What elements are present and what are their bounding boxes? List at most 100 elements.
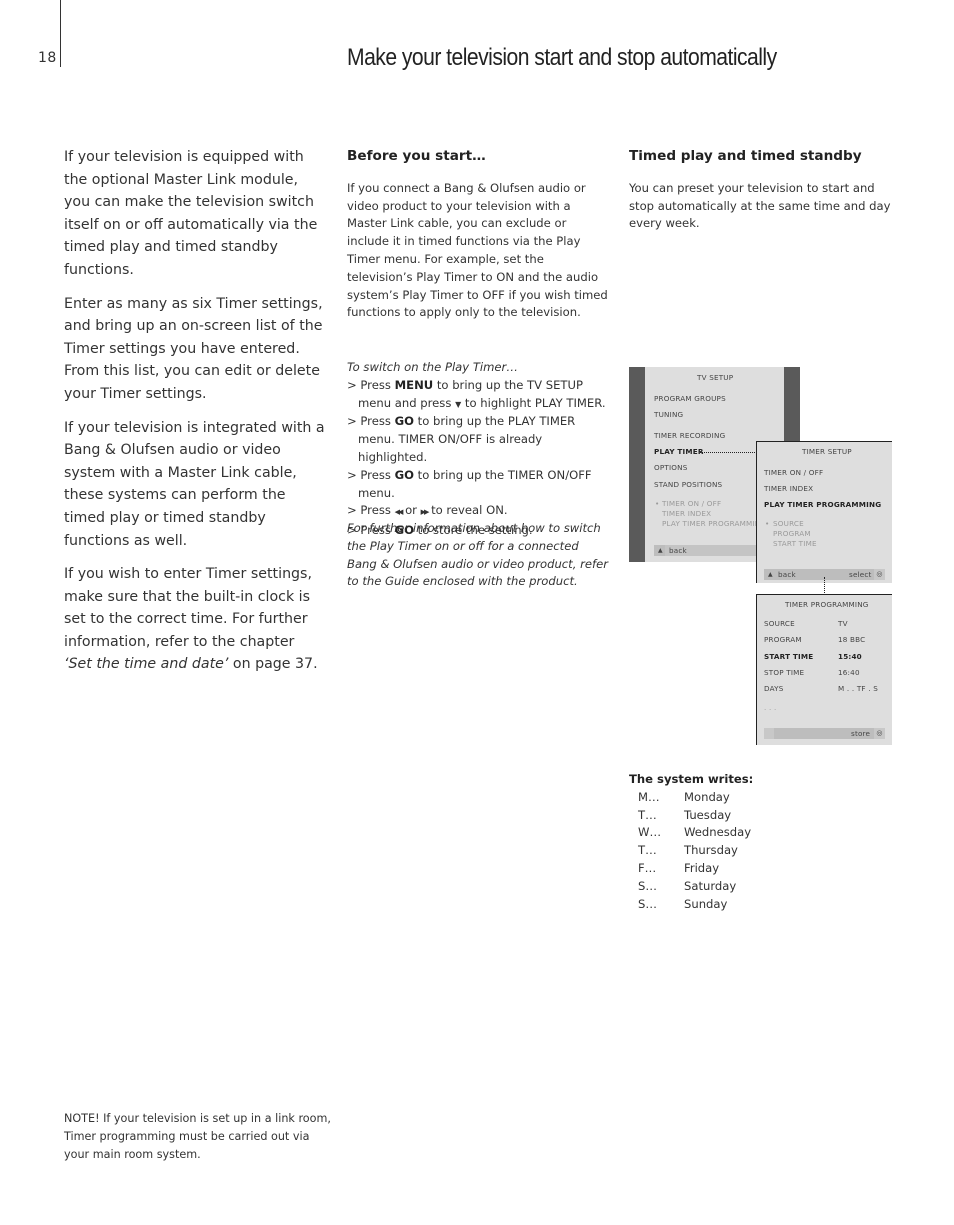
table-row: S… Saturday bbox=[629, 878, 753, 896]
field-value[interactable]: TV bbox=[838, 619, 848, 628]
bullet-icon: • bbox=[765, 519, 770, 528]
field-value[interactable]: M . . TF . S bbox=[838, 684, 878, 693]
table-row: T… Thursday bbox=[629, 842, 753, 860]
step-text: > Press bbox=[347, 414, 395, 429]
intro-paragraph: Enter as many as six Timer settings, and… bbox=[64, 295, 323, 402]
page-number: 18 bbox=[38, 50, 57, 66]
day-abbr: T… bbox=[638, 843, 657, 858]
field-value[interactable]: 16:40 bbox=[838, 668, 860, 677]
table-heading: The system writes: bbox=[629, 772, 754, 786]
submenu-item: PROGRAM bbox=[773, 529, 811, 538]
day-abbr: M… bbox=[638, 789, 660, 804]
table-row: M… Monday bbox=[629, 789, 753, 807]
margin-rule bbox=[60, 0, 61, 67]
day-name: Sunday bbox=[684, 896, 728, 911]
menu-item[interactable]: TIMER INDEX bbox=[764, 484, 813, 493]
day-name: Thursday bbox=[684, 843, 738, 858]
procedure-step: > Press MENU to bring up the TV SETUP me… bbox=[347, 377, 612, 414]
store-label[interactable]: store bbox=[851, 728, 870, 739]
day-abbr: W… bbox=[638, 825, 662, 840]
system-writes-table: The system writes: M… Monday T… Tuesday W…… bbox=[629, 771, 753, 913]
section-heading: Timed play and timed standby bbox=[629, 148, 862, 164]
table-row: S… Sunday bbox=[629, 896, 753, 914]
ellipsis: . . . bbox=[764, 703, 777, 712]
timer-setup-screen: TIMER SETUP TIMER ON / OFF TIMER INDEX P… bbox=[756, 441, 892, 583]
bullet-icon: • bbox=[655, 499, 660, 508]
field-label: STOP TIME bbox=[764, 668, 805, 677]
menu-item[interactable]: PROGRAM GROUPS bbox=[654, 394, 726, 403]
section-heading: Before you start… bbox=[347, 148, 486, 164]
menu-item[interactable]: TIMER RECORDING bbox=[654, 431, 725, 440]
day-name: Friday bbox=[684, 860, 720, 875]
table-row: W… Wednesday bbox=[629, 824, 753, 842]
select-label[interactable]: select bbox=[849, 569, 872, 580]
timer-programming-screen: TIMER PROGRAMMING SOURCE TV PROGRAM 18 B… bbox=[756, 594, 892, 745]
menu-item[interactable]: TIMER ON / OFF bbox=[764, 468, 823, 477]
back-label[interactable]: back bbox=[669, 545, 687, 556]
day-abbr: S… bbox=[638, 896, 657, 911]
step-text: to highlight PLAY TIMER. bbox=[461, 395, 606, 410]
link-room-note: NOTE! If your television is set up in a … bbox=[64, 1112, 331, 1161]
menu-item[interactable]: STAND POSITIONS bbox=[654, 480, 722, 489]
field-label-highlighted: START TIME bbox=[764, 652, 814, 661]
timed-play-section: Timed play and timed standby You can pre… bbox=[629, 148, 899, 233]
menu-item-highlighted[interactable]: PLAY TIMER PROGRAMMING bbox=[764, 500, 881, 509]
field-value-highlighted[interactable]: 15:40 bbox=[838, 652, 862, 661]
go-icon: ◎ bbox=[874, 569, 885, 580]
intro-paragraph: If your television is integrated with a … bbox=[64, 419, 325, 549]
further-info: For further information about how to swi… bbox=[347, 521, 608, 589]
section-body: You can preset your television to start … bbox=[629, 180, 891, 231]
menu-item[interactable]: TUNING bbox=[654, 410, 683, 419]
up-arrow-icon: ▲ bbox=[768, 571, 773, 578]
before-you-start-section: Before you start… If you connect a Bang … bbox=[347, 148, 612, 322]
procedure-section: To switch on the Play Timer… > Press MEN… bbox=[347, 359, 612, 540]
procedure-step: > Press GO to bring up the TIMER ON/OFF … bbox=[347, 467, 612, 503]
field-label: PROGRAM bbox=[764, 635, 802, 644]
screen-border bbox=[756, 441, 757, 583]
connector-line bbox=[824, 577, 825, 595]
menu-key: MENU bbox=[394, 377, 434, 392]
screen-footer: store ◎ bbox=[764, 728, 885, 739]
field-value[interactable]: 18 BBC bbox=[838, 635, 865, 644]
intro-paragraph: If your television is equipped with the … bbox=[64, 149, 318, 278]
menu-item[interactable]: OPTIONS bbox=[654, 463, 688, 472]
intro-column: If your television is equipped with the … bbox=[64, 146, 326, 687]
step-text: > Press bbox=[347, 467, 395, 482]
page-title: Make your television start and stop auto… bbox=[347, 44, 777, 71]
step-text: to reveal ON. bbox=[427, 503, 508, 518]
table-row: F… Friday bbox=[629, 860, 753, 878]
chapter-reference: ‘Set the time and date’ bbox=[64, 656, 229, 673]
step-text: > Press bbox=[347, 503, 395, 518]
menu-title: TIMER SETUP bbox=[802, 447, 852, 456]
submenu-item: START TIME bbox=[773, 539, 817, 548]
day-abbr: S… bbox=[638, 878, 657, 893]
footer-cell bbox=[764, 728, 774, 739]
screen-border bbox=[756, 441, 892, 442]
menu-title: TIMER PROGRAMMING bbox=[785, 600, 869, 609]
go-icon: ◎ bbox=[874, 728, 885, 739]
up-arrow-icon: ▲ bbox=[658, 547, 663, 554]
day-name: Tuesday bbox=[684, 807, 732, 822]
day-name: Wednesday bbox=[684, 825, 752, 840]
day-name: Monday bbox=[684, 789, 730, 804]
go-key: GO bbox=[394, 414, 414, 429]
day-abbr: T… bbox=[638, 807, 657, 822]
field-label: DAYS bbox=[764, 684, 784, 693]
go-key: GO bbox=[394, 467, 414, 482]
intro-paragraph-clock: If you wish to enter Timer settings, mak… bbox=[64, 563, 326, 676]
back-label[interactable]: back bbox=[778, 569, 796, 580]
procedure-step: > Press GO to bring up the PLAY TIMER me… bbox=[347, 413, 612, 466]
menu-item-highlighted[interactable]: PLAY TIMER bbox=[654, 447, 704, 456]
step-text: > Press bbox=[347, 377, 395, 392]
day-name: Saturday bbox=[684, 878, 737, 893]
section-body: If you connect a Bang & Olufsen audio or… bbox=[347, 180, 608, 320]
screen-border bbox=[756, 594, 892, 595]
screen-side-panel bbox=[784, 367, 800, 442]
submenu-item: PLAY TIMER PROGRAMMING bbox=[662, 519, 767, 528]
screen-side-panel bbox=[629, 367, 645, 562]
menu-title: TV SETUP bbox=[697, 373, 734, 382]
submenu-item: SOURCE bbox=[773, 519, 804, 528]
procedure-title: To switch on the Play Timer… bbox=[347, 360, 518, 374]
submenu-item: TIMER INDEX bbox=[662, 509, 712, 518]
screen-border bbox=[756, 594, 757, 745]
